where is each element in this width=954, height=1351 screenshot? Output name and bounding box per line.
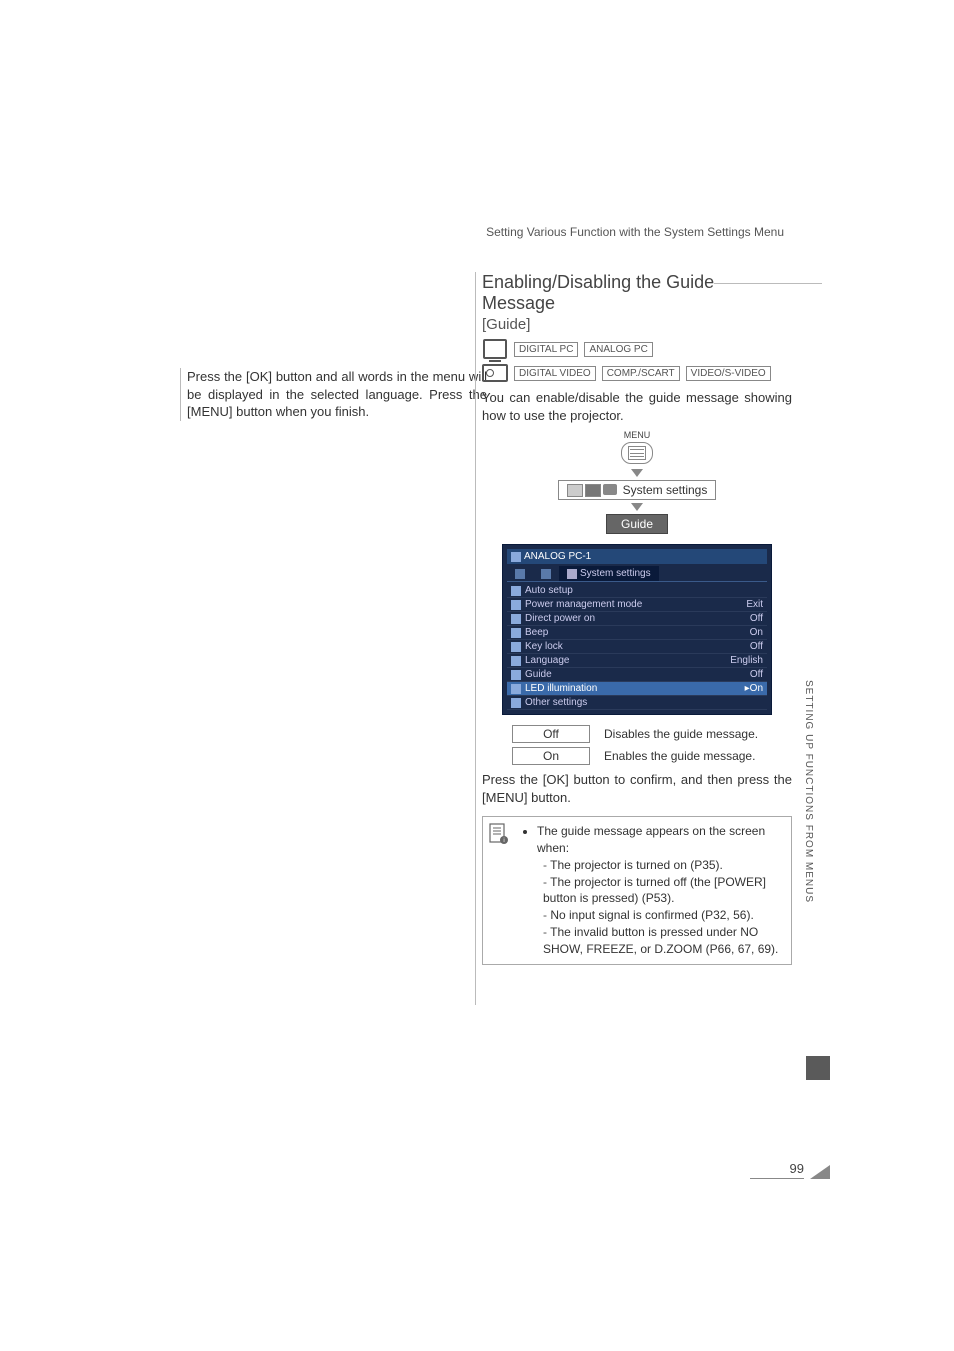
right-column: Enabling/Disabling the Guide Message [Gu… [475, 272, 792, 1005]
option-description: Enables the guide message. [604, 749, 755, 763]
input-label: VIDEO/S-VIDEO [686, 366, 771, 381]
option-value-box: On [512, 747, 590, 765]
osd-row: Key lockOff [507, 640, 767, 654]
osd-row: LanguageEnglish [507, 654, 767, 668]
left-column: Press the [OK] button and all words in t… [180, 368, 487, 421]
flow-step-label: System settings [623, 483, 708, 497]
video-icon [482, 363, 508, 383]
osd-title-bar: ANALOG PC-1 [507, 549, 767, 564]
menu-flow: MENU System settings Guide [482, 430, 792, 534]
menu-label: MENU [624, 430, 651, 440]
note-content: The guide message appears on the screen … [521, 823, 785, 957]
option-value-box: Off [512, 725, 590, 743]
osd-row: Auto setup [507, 584, 767, 598]
input-row-video: DIGITAL VIDEO COMP./SCART VIDEO/S-VIDEO [482, 363, 792, 383]
osd-row: GuideOff [507, 668, 767, 682]
input-row-pc: DIGITAL PC ANALOG PC [482, 339, 792, 359]
arrow-down-icon [631, 503, 643, 511]
side-chapter-label: SETTING UP FUNCTIONS FROM MENUS [803, 680, 814, 903]
flow-step-guide: Guide [606, 514, 668, 534]
note-lead: The guide message appears on the screen … [537, 824, 765, 855]
osd-rows: Auto setup Power management modeExit Dir… [507, 584, 767, 710]
option-on-row: On Enables the guide message. [512, 747, 792, 765]
osd-menu-screenshot: ANALOG PC-1 System settings Auto setup P… [502, 544, 772, 715]
note-item: No input signal is confirmed (P32, 56). [543, 907, 785, 924]
section-heading: Enabling/Disabling the Guide Message [482, 272, 714, 313]
note-item: The projector is turned on (P35). [543, 857, 785, 874]
intro-text: You can enable/disable the guide message… [482, 389, 792, 424]
confirm-text: Press the [OK] button to confirm, and th… [482, 771, 792, 806]
input-label: DIGITAL VIDEO [514, 366, 596, 381]
pc-icon [482, 339, 508, 359]
svg-text:i: i [503, 838, 504, 844]
left-paragraph: Press the [OK] button and all words in t… [187, 368, 487, 421]
osd-row: Other settings [507, 696, 767, 710]
input-label: DIGITAL PC [514, 342, 578, 357]
section-subheading: [Guide] [482, 316, 792, 333]
osd-input-name: ANALOG PC-1 [524, 551, 591, 562]
flow-step-system-settings: System settings [558, 480, 717, 500]
note-box: i The guide message appears on the scree… [482, 816, 792, 964]
page-corner-icon [810, 1165, 830, 1179]
osd-tab-active: System settings [559, 566, 659, 581]
menu-button-icon [621, 442, 653, 464]
chapter-header: Setting Various Function with the System… [486, 225, 784, 239]
section-heading-wrap: Enabling/Disabling the Guide Message [482, 272, 792, 314]
input-label: COMP./SCART [602, 366, 680, 381]
input-label: ANALOG PC [584, 342, 652, 357]
flow-step-label: Guide [621, 517, 653, 531]
osd-tabs: System settings [507, 566, 767, 582]
option-off-row: Off Disables the guide message. [512, 725, 792, 743]
osd-row-highlight: LED illumination▸On [507, 682, 767, 696]
note-item: The projector is turned off (the [POWER]… [543, 874, 785, 908]
osd-tab-label: System settings [580, 568, 651, 579]
osd-row: Power management modeExit [507, 598, 767, 612]
thumb-tab-marker [806, 1056, 830, 1080]
flow-tab-icons [567, 484, 617, 497]
page-number: 99 [750, 1161, 804, 1179]
osd-tab [507, 566, 533, 581]
osd-tab [533, 566, 559, 581]
osd-row: BeepOn [507, 626, 767, 640]
arrow-down-icon [631, 469, 643, 477]
note-icon: i [489, 823, 513, 957]
osd-row: Direct power onOff [507, 612, 767, 626]
osd-input-icon [511, 552, 521, 562]
option-description: Disables the guide message. [604, 727, 758, 741]
note-item: The invalid button is pressed under NO S… [543, 924, 785, 958]
